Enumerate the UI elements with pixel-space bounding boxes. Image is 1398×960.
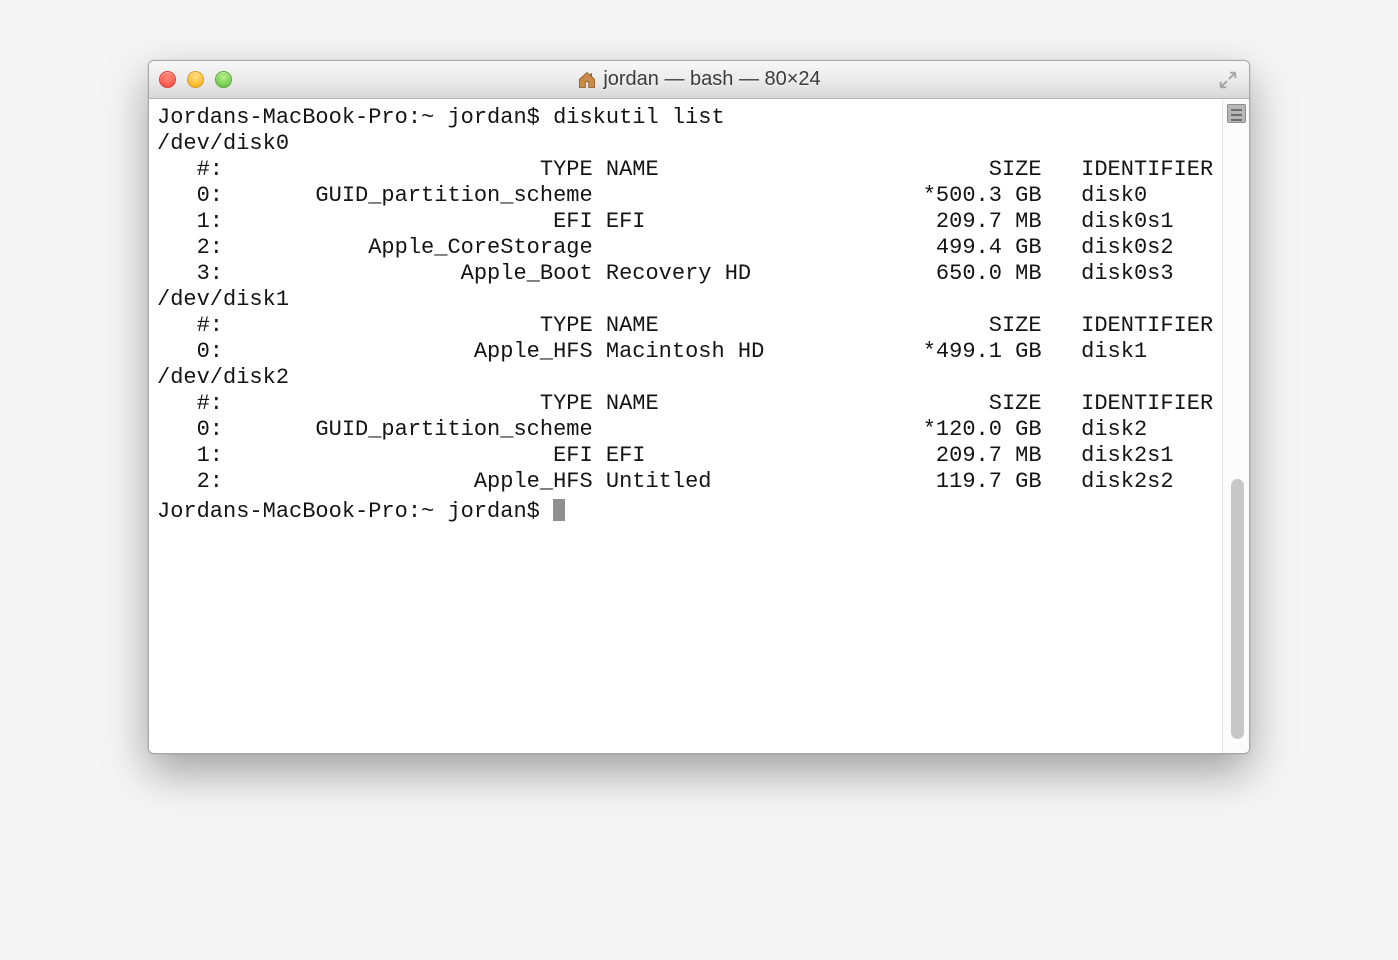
minimize-button[interactable]: [187, 71, 204, 88]
document-icon[interactable]: [1227, 104, 1246, 123]
terminal-area: Jordans-MacBook-Pro:~ jordan$ diskutil l…: [149, 99, 1249, 753]
close-button[interactable]: [159, 71, 176, 88]
home-icon: [577, 70, 597, 90]
terminal-output[interactable]: Jordans-MacBook-Pro:~ jordan$ diskutil l…: [149, 99, 1222, 753]
fullscreen-icon[interactable]: [1217, 69, 1239, 91]
window-title: jordan — bash — 80×24: [149, 68, 1249, 91]
window-title-text: jordan — bash — 80×24: [603, 68, 820, 91]
terminal-window: jordan — bash — 80×24 Jordans-MacBook-Pr…: [148, 60, 1250, 754]
traffic-lights: [159, 71, 232, 88]
scrollbar-track[interactable]: [1222, 99, 1249, 753]
titlebar[interactable]: jordan — bash — 80×24: [149, 61, 1249, 99]
cursor: [553, 499, 565, 521]
zoom-button[interactable]: [215, 71, 232, 88]
scrollbar-thumb[interactable]: [1231, 479, 1244, 739]
